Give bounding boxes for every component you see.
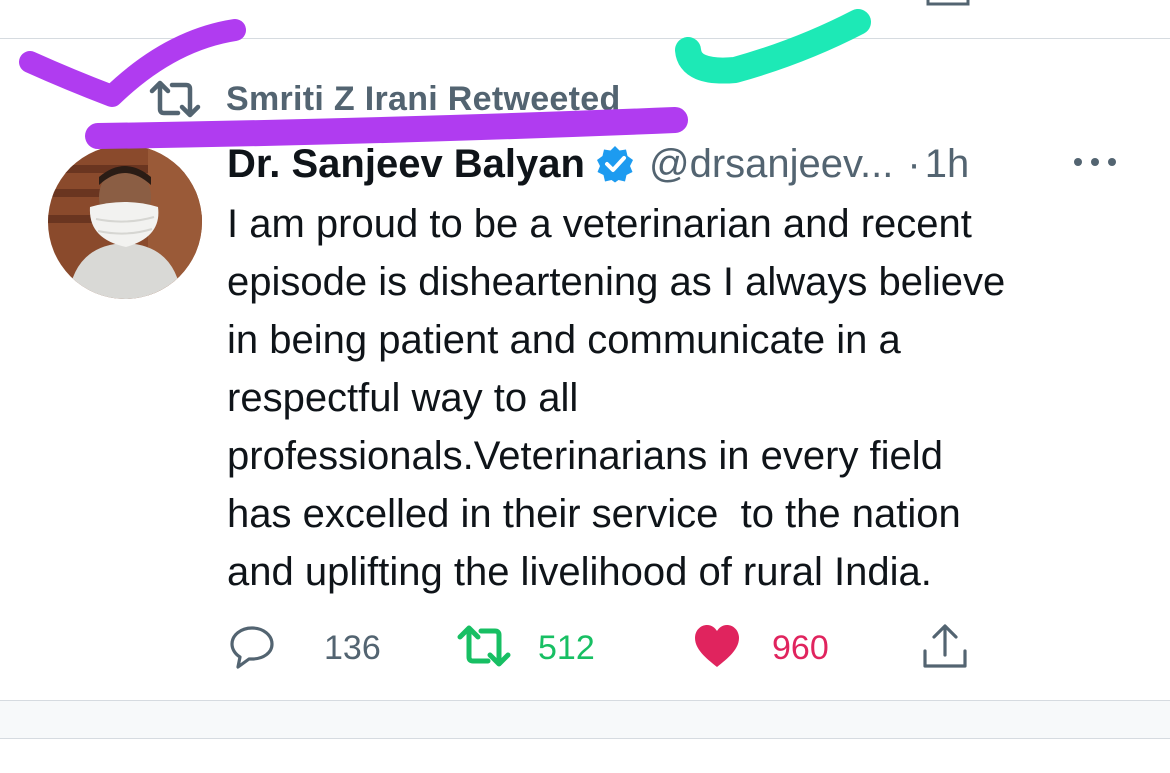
reply-bubble-icon [228,622,276,675]
tweet-text-line: professionals.Veterinarians in every fie… [227,434,943,478]
reply-count: 136 [324,628,381,667]
more-dots-icon[interactable] [1072,152,1118,172]
tweet-text-line: has excelled in their service to the nat… [227,492,961,536]
reply-icon[interactable] [232,0,272,10]
retweeted-by-label: Smriti Z Irani Retweeted [226,79,621,118]
tweet-text-line: I am proud to be a veterinarian and rece… [227,202,972,246]
like-count: 960 [772,628,829,667]
previous-tweet-actions [0,0,1170,10]
share-button[interactable] [920,618,970,678]
tweet-header: Dr. Sanjeev Balyan @drsanjeev... · 1h [227,140,1127,188]
divider [0,38,1170,39]
retweet-button[interactable]: 512 [456,618,595,678]
tweet-screen: Smriti Z Irani Retweeted Dr. Sanjeev Bal… [0,0,1170,773]
reply-button[interactable]: 136 [228,618,381,678]
like-button[interactable]: 960 [692,618,829,678]
retweet-icon[interactable] [462,0,512,10]
section-gap [0,701,1170,738]
retweet-count: 512 [538,628,595,667]
separator-dot: · [907,141,921,186]
tweet-text-line: episode is disheartening as I always bel… [227,260,1006,304]
author-name[interactable]: Dr. Sanjeev Balyan [227,142,585,187]
divider [0,738,1170,739]
share-icon[interactable] [924,0,972,10]
share-upload-icon [920,621,970,676]
heart-filled-icon [692,622,742,675]
retweet-icon [148,79,202,119]
retweet-icon [456,623,512,674]
tweet-text-line: in being patient and communicate in a [227,318,901,362]
verified-badge-icon [595,144,635,184]
teal-check-mark [675,9,871,84]
avatar[interactable] [48,145,202,299]
tweet-text: I am proud to be a veterinarian and rece… [227,195,1137,601]
tweet-text-line: and uplifting the livelihood of rural In… [227,550,932,594]
tweet-actions: 136 512 960 [228,618,1128,678]
like-icon[interactable] [696,0,736,10]
author-handle[interactable]: @drsanjeev... [649,142,893,187]
purple-underline-mark [85,107,688,149]
retweet-context[interactable]: Smriti Z Irani Retweeted [148,78,621,120]
tweet-timestamp[interactable]: 1h [925,142,970,187]
tweet-text-line: respectful way to all [227,376,579,420]
